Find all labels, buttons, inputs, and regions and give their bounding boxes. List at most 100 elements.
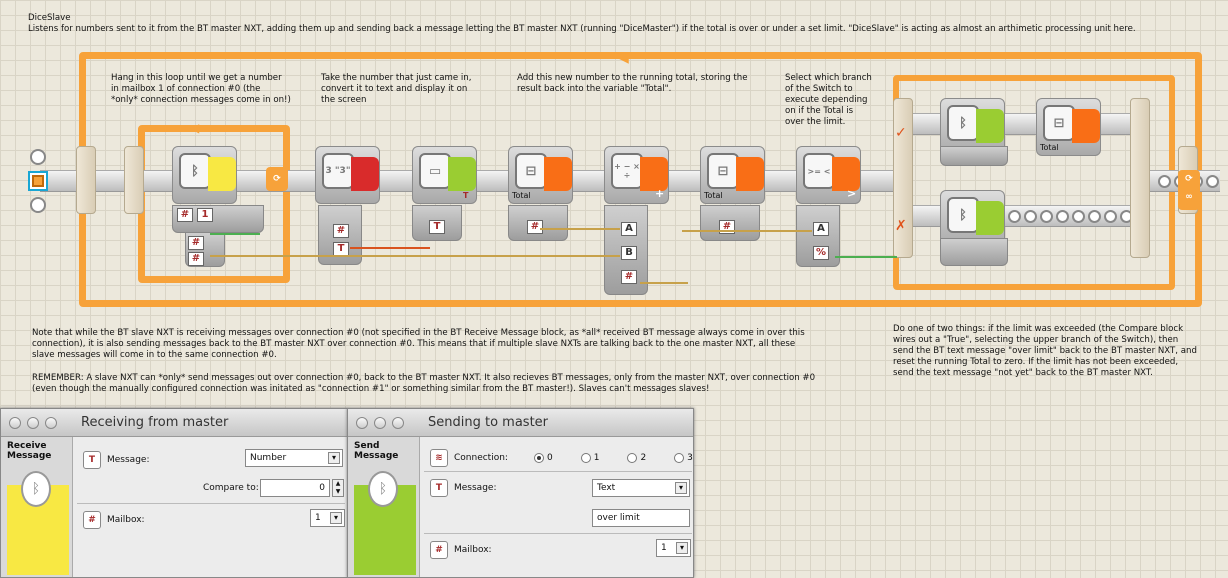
program-title: DiceSlave <box>28 13 71 23</box>
data-wire-number <box>210 255 620 257</box>
loop-icon[interactable]: ⟳ ∞ <box>1178 170 1200 210</box>
variable-reset-block[interactable]: ⊟ Total <box>1036 98 1101 156</box>
mailbox-icon: # <box>83 511 101 529</box>
send-config-window[interactable]: Sending to master Send Message ᛒ ≋ Conne… <box>347 408 694 578</box>
chevron-down-icon: ▾ <box>330 512 342 524</box>
message-text-input[interactable]: over limit <box>592 509 690 527</box>
start-icon[interactable] <box>28 171 48 191</box>
program-description: Listens for numbers sent to it from the … <box>28 24 1136 34</box>
number-in-plug: # <box>333 224 349 238</box>
check-icon[interactable]: ✓ <box>895 125 907 141</box>
variable-write-block[interactable]: ⊟ Total <box>700 146 765 204</box>
display-text-in-plug: T <box>429 220 445 234</box>
compare-value: 0 <box>319 483 325 493</box>
compare-input[interactable]: 0 <box>260 479 330 497</box>
chevron-down-icon: ▾ <box>676 542 688 554</box>
zoom-button[interactable] <box>392 416 404 429</box>
connection-radio-1[interactable]: 1 <box>580 453 599 463</box>
receive-output-hub: # # <box>185 232 225 267</box>
close-button[interactable] <box>356 416 368 429</box>
inner-loop-start-pillar <box>124 146 144 214</box>
minimize-button[interactable] <box>27 416 39 429</box>
variable-write-label: Total <box>704 191 723 200</box>
suitcase-icon: ⊟ <box>1043 105 1075 141</box>
cross-icon[interactable]: ✗ <box>895 218 907 234</box>
connection-label: Connection: <box>454 453 508 463</box>
number-to-text-block[interactable]: 3 "3" <box>315 146 380 204</box>
display-hub: T <box>412 205 462 241</box>
mailbox-select[interactable]: 1 ▾ <box>656 539 691 557</box>
message-type-select[interactable]: Text ▾ <box>592 479 690 497</box>
note-switch-branches: Do one of two things: if the limit was e… <box>893 324 1197 378</box>
window-titlebar: Receiving from master <box>1 409 347 437</box>
block-name: Send Message <box>354 441 399 461</box>
data-wire-result <box>640 282 688 284</box>
mailbox-row: # Mailbox: <box>83 511 145 529</box>
window-title: Receiving from master <box>81 415 229 430</box>
inner-loop-arrow-icon: ◀━ <box>190 121 207 135</box>
connection-radio-2[interactable]: 2 <box>627 453 646 463</box>
mailbox-select[interactable]: 1 ▾ <box>310 509 345 527</box>
variable-read-block[interactable]: ⊟ Total <box>508 146 573 204</box>
chevron-down-icon: ▾ <box>675 482 687 494</box>
switch-variable-label: Total <box>1040 143 1059 152</box>
mailbox-label: Mailbox: <box>454 545 492 555</box>
display-text-plug-icon: T <box>463 191 469 200</box>
minimize-button[interactable] <box>374 416 386 429</box>
data-color-bar <box>351 157 379 191</box>
note-remember: REMEMBER: A slave NXT can *only* send me… <box>32 373 816 394</box>
mailbox-plug: 1 <box>197 208 213 222</box>
message-type-icon: T <box>83 451 101 469</box>
mailbox-value: 1 <box>661 543 667 553</box>
receive-color-bar <box>208 157 236 191</box>
compare-a-plug: A <box>813 222 829 236</box>
message-type-value: Number <box>250 453 287 463</box>
send-color-bar-lower <box>976 201 1004 235</box>
connection-radio-0[interactable]: 0 <box>533 453 553 463</box>
variable-read-out-plug: # <box>527 220 543 234</box>
outer-loop-start-pillar <box>76 146 96 214</box>
suitcase-icon: ⊟ <box>515 153 547 189</box>
connection-radio-3[interactable]: 3 <box>674 453 693 463</box>
compare-block[interactable]: >= < > <box>796 146 861 204</box>
note-connection: Note that while the BT slave NXT is rece… <box>32 328 805 360</box>
compare-row: Compare to: <box>203 483 259 493</box>
bt-receive-block[interactable]: ᛒ <box>172 146 237 204</box>
message-type-icon: T <box>430 479 448 497</box>
bt-receive-hub[interactable]: # 1 <box>172 205 264 233</box>
data-wire-total <box>540 228 620 230</box>
message-row: T Message: <box>430 479 496 497</box>
separator <box>424 471 692 472</box>
comment-switch: Select which branch of the Switch to exe… <box>785 73 872 127</box>
connection-icon: ≋ <box>430 449 448 467</box>
display-block[interactable]: ▭ T <box>412 146 477 204</box>
math-block[interactable]: + − × ÷ + <box>604 146 669 204</box>
zoom-button[interactable] <box>45 416 57 429</box>
switch-pillar-left <box>893 98 913 258</box>
message-row: T Message: <box>83 451 149 469</box>
loop-end-icon[interactable]: ⟳ <box>266 167 288 191</box>
math-icon: + − × ÷ <box>611 153 643 189</box>
bluetooth-icon: ᛒ <box>21 471 51 507</box>
block-info-panel: Send Message ᛒ <box>348 437 420 577</box>
suitcase-icon: ⊟ <box>707 153 739 189</box>
variable-read-hub: # <box>508 205 568 241</box>
message-type-select[interactable]: Number ▾ <box>245 449 343 467</box>
chevron-down-icon: ▾ <box>328 452 340 464</box>
beam-dots-lower <box>992 205 1133 227</box>
variable-read-label: Total <box>512 191 531 200</box>
math-color-bar <box>640 157 668 191</box>
compare-stepper[interactable]: ▲ ▼ <box>332 479 344 497</box>
math-symbol: + <box>655 187 665 200</box>
variable-write-color-bar <box>736 157 764 191</box>
data-wire-text <box>350 247 430 249</box>
close-button[interactable] <box>9 416 21 429</box>
receive-config-window[interactable]: Receiving from master Receive Message ᛒ … <box>0 408 348 578</box>
received-flag-plug: # <box>188 252 204 266</box>
text-out-plug: T <box>333 242 349 256</box>
start-node-top <box>30 149 46 165</box>
bluetooth-icon: ᛒ <box>947 105 979 141</box>
variable-write-hub: # <box>700 205 760 241</box>
send-color-bar <box>976 109 1004 143</box>
comment-add: Add this new number to the running total… <box>517 73 748 94</box>
